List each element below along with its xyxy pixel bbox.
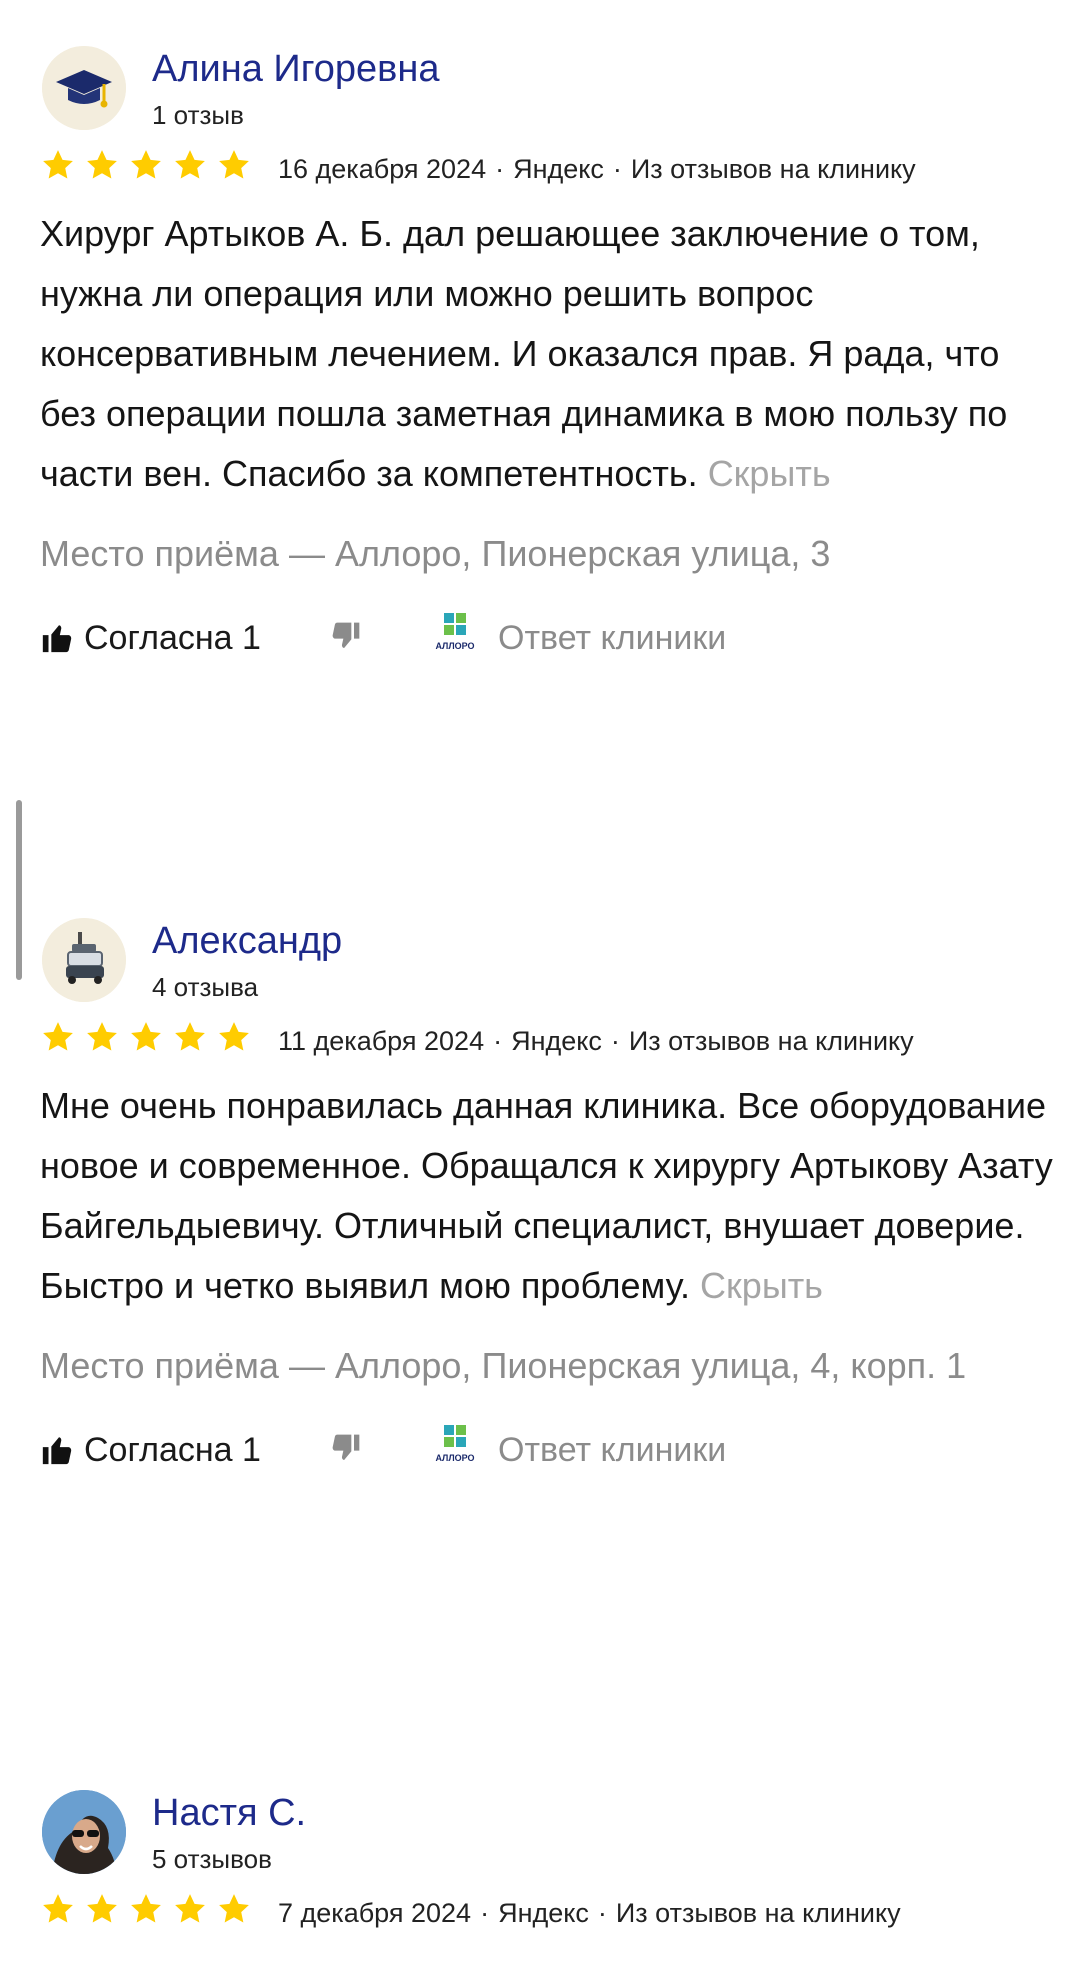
star-icon — [175, 1022, 205, 1051]
graduation-cap-icon — [42, 46, 126, 130]
thumbs-up-icon — [42, 625, 72, 653]
review-actions: Согласна 1 АЛЛОРО Ответ клиники — [40, 606, 1060, 670]
clinic-reply-label: Ответ клиники — [498, 618, 727, 657]
star-icon — [131, 1022, 161, 1051]
star-icon — [175, 150, 205, 179]
hide-link[interactable]: Скрыть — [708, 453, 831, 494]
author-reviews-count: 5 отзывов — [152, 1844, 272, 1874]
star-icon — [43, 1894, 73, 1923]
author-reviews-count: 1 отзыв — [152, 100, 244, 130]
thumbs-down-icon — [332, 622, 360, 648]
thumbs-up-icon — [42, 1437, 72, 1465]
agree-button[interactable]: Согласна 1 — [40, 1418, 261, 1482]
clinic-logo-text: АЛЛОРО — [435, 1453, 474, 1463]
star-icon — [175, 1894, 205, 1923]
review-place: Место приёма — Аллоро, Пионерская улица,… — [40, 533, 831, 574]
agree-label: Согласна 1 — [84, 618, 261, 657]
clinic-reply-button[interactable]: АЛЛОРО Ответ клиники — [430, 1418, 726, 1482]
meta-separator: · — [597, 1898, 607, 1928]
star-icon — [219, 1022, 249, 1051]
hide-link[interactable]: Скрыть — [700, 1265, 823, 1306]
review-text: Мне очень понравилась данная клиника. Вс… — [40, 1076, 1060, 1316]
star-icon — [131, 1894, 161, 1923]
avatar[interactable] — [42, 1790, 126, 1874]
review-source: Яндекс — [511, 1026, 602, 1056]
clinic-reply-button[interactable]: АЛЛОРО Ответ клиники — [430, 606, 726, 670]
review-actions: Согласна 1 АЛЛОРО Ответ клиники — [40, 1418, 1060, 1482]
star-icon — [43, 1022, 73, 1051]
review-author: Алина Игоревна 1 отзыв — [40, 46, 1060, 146]
review-date: 7 декабря 2024 — [278, 1898, 472, 1928]
clinic-reply-label: Ответ клиники — [498, 1430, 727, 1469]
scrollbar[interactable] — [16, 800, 22, 980]
user-photo — [42, 1790, 126, 1874]
star-icon — [87, 150, 117, 179]
review-meta: 7 декабря 2024 · Яндекс · Из отзывов на клин… — [40, 1890, 1060, 1940]
review-author: Александр 4 отзыва — [40, 918, 1060, 1018]
review-date: 11 декабря 2024 — [278, 1026, 485, 1056]
dislike-button[interactable] — [330, 1432, 362, 1469]
meta-separator: · — [480, 1898, 490, 1928]
avatar[interactable] — [42, 46, 126, 130]
review-context: Из отзывов на клинику — [628, 1026, 914, 1056]
agree-label: Согласна 1 — [84, 1430, 261, 1469]
rating-stars — [40, 1020, 260, 1068]
review-source: Яндекс — [513, 154, 604, 184]
author-name[interactable]: Александр — [152, 920, 342, 963]
thumbs-down-icon — [332, 1434, 360, 1460]
agree-button[interactable]: Согласна 1 — [40, 606, 261, 670]
review-place: Место приёма — Аллоро, Пионерская улица,… — [40, 1345, 967, 1386]
review-context: Из отзывов на клинику — [630, 154, 916, 184]
dislike-button[interactable] — [330, 620, 362, 657]
star-icon — [87, 1022, 117, 1051]
meta-separator: · — [612, 154, 622, 184]
review-text: Хирург Артыков А. Б. дал решающее заключ… — [40, 204, 1060, 504]
avatar[interactable] — [42, 918, 126, 1002]
clinic-logo-icon: АЛЛОРО — [435, 613, 475, 651]
star-icon — [131, 150, 161, 179]
clinic-logo-icon: АЛЛОРО — [435, 1425, 475, 1463]
star-icon — [87, 1894, 117, 1923]
review-text-content: Хирург Артыков А. Б. дал решающее заключ… — [40, 213, 1008, 494]
review-meta: 16 декабря 2024 · Яндекс · Из отзывов на кли… — [40, 146, 1060, 196]
meta-separator: · — [493, 1026, 503, 1056]
clinic-logo-text: АЛЛОРО — [435, 641, 474, 651]
star-icon — [43, 150, 73, 179]
review-text-content: Мне очень понравилась данная клиника. Вс… — [40, 1085, 1053, 1306]
author-reviews-count: 4 отзыва — [152, 972, 259, 1002]
star-icon — [219, 1894, 249, 1923]
review-author: Настя С. 5 отзывов — [40, 1790, 1060, 1890]
review-context: Из отзывов на клинику — [615, 1898, 901, 1928]
review-card: Алина Игоревна 1 отзыв 16 декабря 2024 · Я… — [40, 46, 1060, 670]
review-card: Александр 4 отзыва 11 декабря 2024 · Яндек… — [40, 918, 1060, 1482]
robot-icon — [42, 918, 126, 1002]
author-name[interactable]: Настя С. — [152, 1792, 306, 1835]
review-date: 16 декабря 2024 — [278, 154, 487, 184]
review-source: Яндекс — [498, 1898, 589, 1928]
meta-separator: · — [610, 1026, 620, 1056]
review-meta: 11 декабря 2024 · Яндекс · Из отзывов на кли… — [40, 1018, 1060, 1068]
star-icon — [219, 150, 249, 179]
rating-stars — [40, 148, 260, 196]
author-name[interactable]: Алина Игоревна — [152, 48, 439, 91]
rating-stars — [40, 1892, 260, 1940]
review-card: Настя С. 5 отзывов 7 декабря 2024 · Яндекс… — [40, 1790, 1060, 1940]
meta-separator: · — [495, 154, 505, 184]
